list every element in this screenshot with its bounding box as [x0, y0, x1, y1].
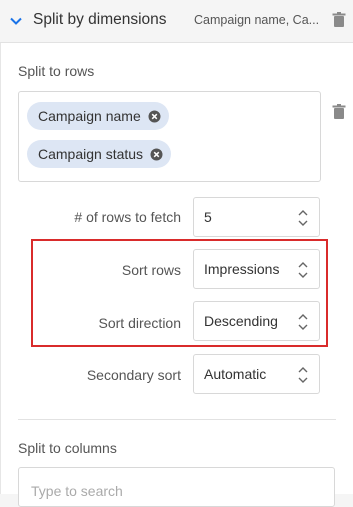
secondary-sort-value: Automatic	[204, 366, 267, 382]
delete-rows-icon[interactable]	[332, 104, 346, 120]
chip-label: Campaign name	[38, 108, 141, 124]
secondary-sort-label: Secondary sort	[86, 367, 181, 383]
rows-to-fetch-select[interactable]: 5	[193, 197, 320, 237]
remove-chip-icon[interactable]	[148, 110, 161, 123]
rows-to-fetch-value: 5	[204, 209, 212, 225]
delete-section-icon[interactable]	[332, 12, 346, 28]
remove-chip-icon[interactable]	[150, 148, 163, 161]
select-arrows-icon	[298, 367, 308, 383]
split-rows-box[interactable]: Campaign name Campaign status	[18, 91, 321, 182]
select-arrows-icon	[298, 210, 308, 226]
split-to-rows-label: Split to rows	[18, 63, 95, 79]
section-summary: Campaign name, Ca...	[194, 13, 319, 27]
chip-campaign-name[interactable]: Campaign name	[27, 102, 169, 130]
highlight-box	[31, 239, 328, 347]
secondary-sort-select[interactable]: Automatic	[193, 354, 320, 394]
section-title: Split by dimensions	[33, 11, 167, 28]
section-header[interactable]: Split by dimensions Campaign name, Ca...	[0, 0, 353, 43]
columns-search-box[interactable]	[18, 467, 335, 507]
rows-to-fetch-label: # of rows to fetch	[74, 209, 181, 225]
split-to-columns-label: Split to columns	[18, 440, 117, 456]
chip-campaign-status[interactable]: Campaign status	[27, 140, 172, 168]
chevron-down-icon[interactable]	[9, 14, 23, 28]
chip-label: Campaign status	[38, 146, 144, 162]
columns-search-input[interactable]	[29, 482, 323, 500]
divider	[18, 419, 336, 420]
